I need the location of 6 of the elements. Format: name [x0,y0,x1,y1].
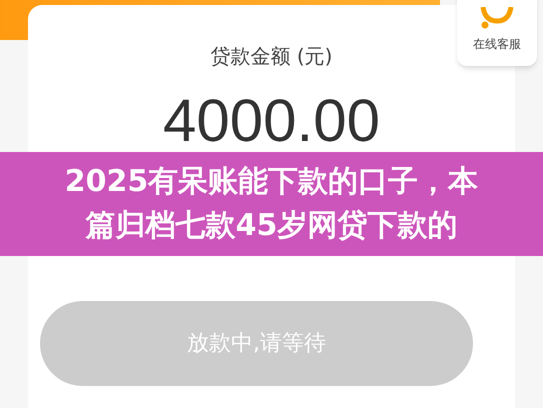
customer-service-button[interactable]: 在线客服 [457,0,537,66]
loan-amount-label: 贷款金额 (元) [210,43,332,70]
banner-title-line: 2025有呆账能下款的口子，本 [64,163,478,201]
loan-amount: 4000.00 [163,86,380,156]
banner-title-line: 篇归档七款45岁网贷下款的 [86,207,458,245]
customer-service-label: 在线客服 [473,36,521,53]
